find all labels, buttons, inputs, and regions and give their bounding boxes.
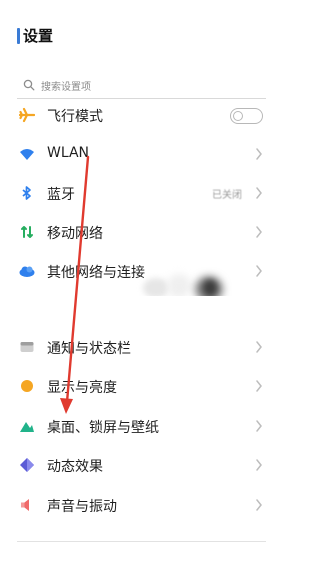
wallpaper-icon (20, 422, 34, 432)
settings-row-label: 飞行模式 (47, 109, 103, 125)
chevron-right-icon (256, 148, 262, 160)
chevron-right-icon (256, 226, 262, 238)
settings-row-desktop-lockscreen-wallpaper[interactable]: 桌面、锁屏与壁纸 (0, 406, 283, 446)
page-title: 设置 (23, 27, 54, 45)
cloud-icon (19, 266, 35, 277)
chevron-right-icon (256, 499, 262, 511)
chevron-right-icon (256, 380, 262, 392)
chevron-right-icon (256, 341, 262, 353)
settings-row-label: 移动网络 (47, 226, 103, 242)
notification-icon (20, 342, 34, 352)
settings-row-notifications[interactable]: 通知与状态栏 (0, 327, 283, 367)
settings-row-bluetooth[interactable]: 蓝牙 已关闭 (0, 173, 283, 213)
settings-row-mobile-network[interactable]: 移动网络 (0, 212, 283, 252)
sound-icon (21, 499, 29, 511)
settings-row-display-brightness[interactable]: 显示与亮度 (0, 366, 283, 406)
settings-row-label: WLAN (47, 145, 90, 161)
brightness-icon (21, 380, 33, 392)
chevron-right-icon (256, 187, 262, 199)
search-icon (23, 79, 35, 91)
settings-row-label: 动态效果 (47, 459, 103, 475)
settings-row-wlan[interactable]: WLAN (0, 134, 283, 302)
bluetooth-status-value: 已关闭 (212, 190, 242, 201)
chevron-right-icon (256, 459, 262, 471)
settings-row-airplane-mode[interactable]: 飞行模式 (0, 95, 283, 135)
settings-row-label: 蓝牙 (47, 187, 75, 203)
animation-icon (20, 458, 34, 472)
settings-row-label: 桌面、锁屏与壁纸 (47, 420, 159, 436)
settings-row-sound-vibration[interactable]: 声音与振动 (0, 485, 283, 525)
settings-row-label: 其他网络与连接 (47, 265, 145, 281)
search-input[interactable]: 搜索设置项 (17, 75, 266, 95)
airplane-mode-toggle[interactable] (230, 108, 263, 124)
search-placeholder: 搜索设置项 (41, 82, 91, 93)
settings-row-label: 显示与亮度 (47, 380, 117, 396)
page-header: 设置 (0, 22, 283, 50)
bluetooth-icon (22, 186, 31, 200)
airplane-icon (19, 107, 35, 123)
chevron-right-icon (256, 420, 262, 432)
chevron-right-icon (256, 265, 262, 277)
section-gap (0, 296, 283, 318)
settings-row-label: 声音与振动 (47, 499, 117, 515)
settings-row-other-networks[interactable]: 其他网络与连接 (0, 251, 283, 291)
settings-row-animation-effects[interactable]: 动态效果 (0, 445, 283, 485)
toggle-knob (233, 110, 243, 121)
mobile-data-icon (21, 226, 33, 238)
settings-row-label: 通知与状态栏 (47, 341, 131, 357)
wifi-icon (20, 149, 34, 160)
title-accent-bar (17, 28, 20, 44)
bottom-divider (17, 541, 266, 542)
